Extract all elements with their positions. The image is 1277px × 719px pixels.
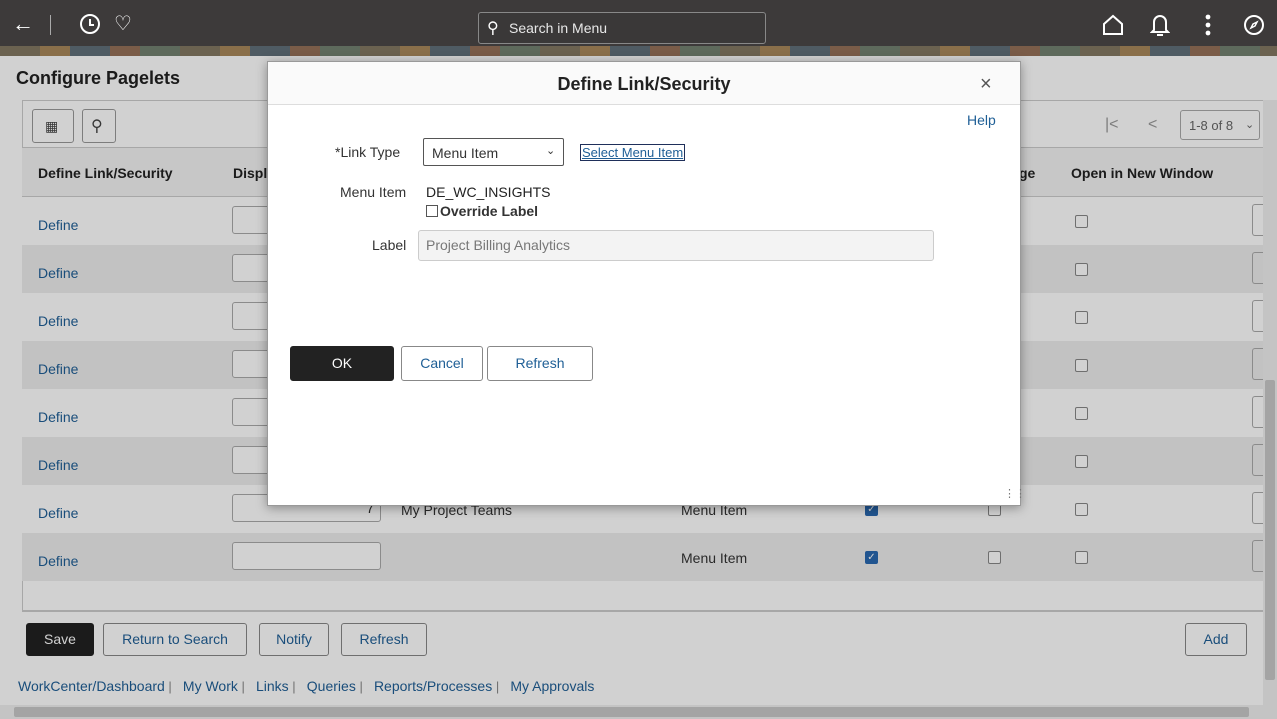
favorites-heart-icon[interactable]: ♡ xyxy=(114,13,132,35)
label-field-label: Label xyxy=(372,237,407,253)
resize-handle-icon[interactable]: ⋮⋮ xyxy=(1004,489,1026,500)
header-decorative-band xyxy=(0,46,1277,56)
chevron-down-icon: ⌄ xyxy=(546,145,556,157)
menu-item-value: DE_WC_INSIGHTS xyxy=(426,184,551,200)
back-arrow-icon[interactable]: ← xyxy=(12,13,34,35)
override-label-checkbox[interactable] xyxy=(426,205,438,217)
label-input-value: Project Billing Analytics xyxy=(426,237,570,253)
search-input[interactable]: ⚲ Search in Menu xyxy=(478,12,766,44)
notifications-bell-icon[interactable] xyxy=(1149,13,1171,40)
link-type-select[interactable]: Menu Item ⌄ xyxy=(423,138,564,166)
select-menu-item-link[interactable]: Select Menu Item xyxy=(580,144,686,161)
label-input[interactable]: Project Billing Analytics xyxy=(418,230,934,261)
navigator-compass-icon[interactable] xyxy=(1243,14,1265,39)
search-placeholder: Search in Menu xyxy=(509,20,608,36)
define-link-security-modal: Define Link/Security × Help *Link Type M… xyxy=(267,61,1026,506)
actions-kebab-icon[interactable] xyxy=(1205,14,1211,39)
modal-title: Define Link/Security xyxy=(557,74,731,94)
cancel-button[interactable]: Cancel xyxy=(401,346,483,381)
menu-item-label: Menu Item xyxy=(340,184,407,200)
ok-button[interactable]: OK xyxy=(290,346,394,381)
close-icon[interactable]: × xyxy=(980,73,992,96)
search-icon: ⚲ xyxy=(487,20,499,37)
modal-refresh-button[interactable]: Refresh xyxy=(487,346,593,381)
override-label-text: Override Label xyxy=(440,203,539,219)
header-divider xyxy=(50,15,51,35)
history-clock-icon[interactable] xyxy=(80,14,100,34)
link-type-value: Menu Item xyxy=(432,145,499,161)
help-link[interactable]: Help xyxy=(967,112,996,128)
link-type-label: *Link Type xyxy=(335,144,401,160)
home-icon[interactable] xyxy=(1102,14,1124,39)
